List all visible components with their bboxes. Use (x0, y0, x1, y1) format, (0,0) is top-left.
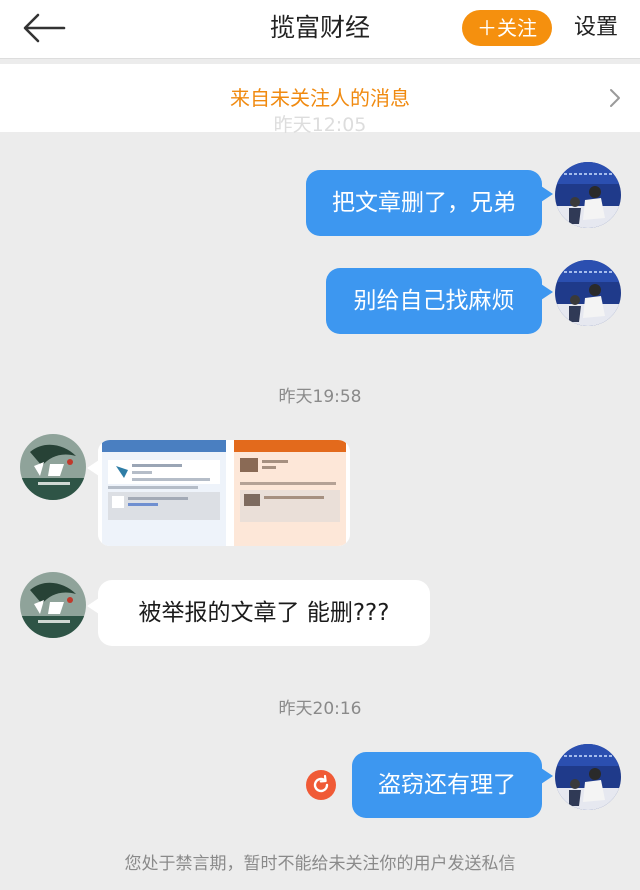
my-avatar[interactable] (555, 744, 621, 810)
notice-text: 来自未关注人的消息 (230, 86, 410, 110)
received-image-message[interactable] (98, 440, 350, 546)
my-avatar[interactable] (555, 260, 621, 326)
bubble-tail (541, 284, 553, 300)
bubble-tail (541, 768, 553, 784)
back-arrow-icon[interactable] (22, 12, 66, 44)
received-message-bubble[interactable]: 被举报的文章了 能删??? (98, 580, 430, 646)
settings-button[interactable]: 设置 (566, 10, 626, 46)
mute-notice: 您处于禁言期，暂时不能给未关注你的用户发送私信 (124, 854, 516, 874)
conversation-title: 揽富财经 (269, 13, 370, 42)
sent-message-bubble[interactable]: 别给自己找麻烦 (326, 268, 542, 334)
bubble-tail (541, 186, 553, 202)
contact-avatar[interactable] (20, 434, 86, 500)
timestamp: 昨天19:58 (278, 387, 362, 407)
timestamp: 昨天20:16 (278, 699, 362, 719)
timestamp: 昨天12:05 (273, 114, 367, 136)
sent-message-bubble[interactable]: 把文章删了，兄弟 (306, 170, 542, 236)
follow-button[interactable]: ＋关注 (462, 10, 552, 46)
contact-avatar[interactable] (20, 572, 86, 638)
resend-icon[interactable] (306, 770, 336, 800)
sent-message-bubble[interactable]: 盗窃还有理了 (352, 752, 542, 818)
my-avatar[interactable] (555, 162, 621, 228)
chevron-right-icon (610, 89, 620, 107)
top-bar: 揽富财经 ＋关注 设置 (0, 0, 640, 59)
